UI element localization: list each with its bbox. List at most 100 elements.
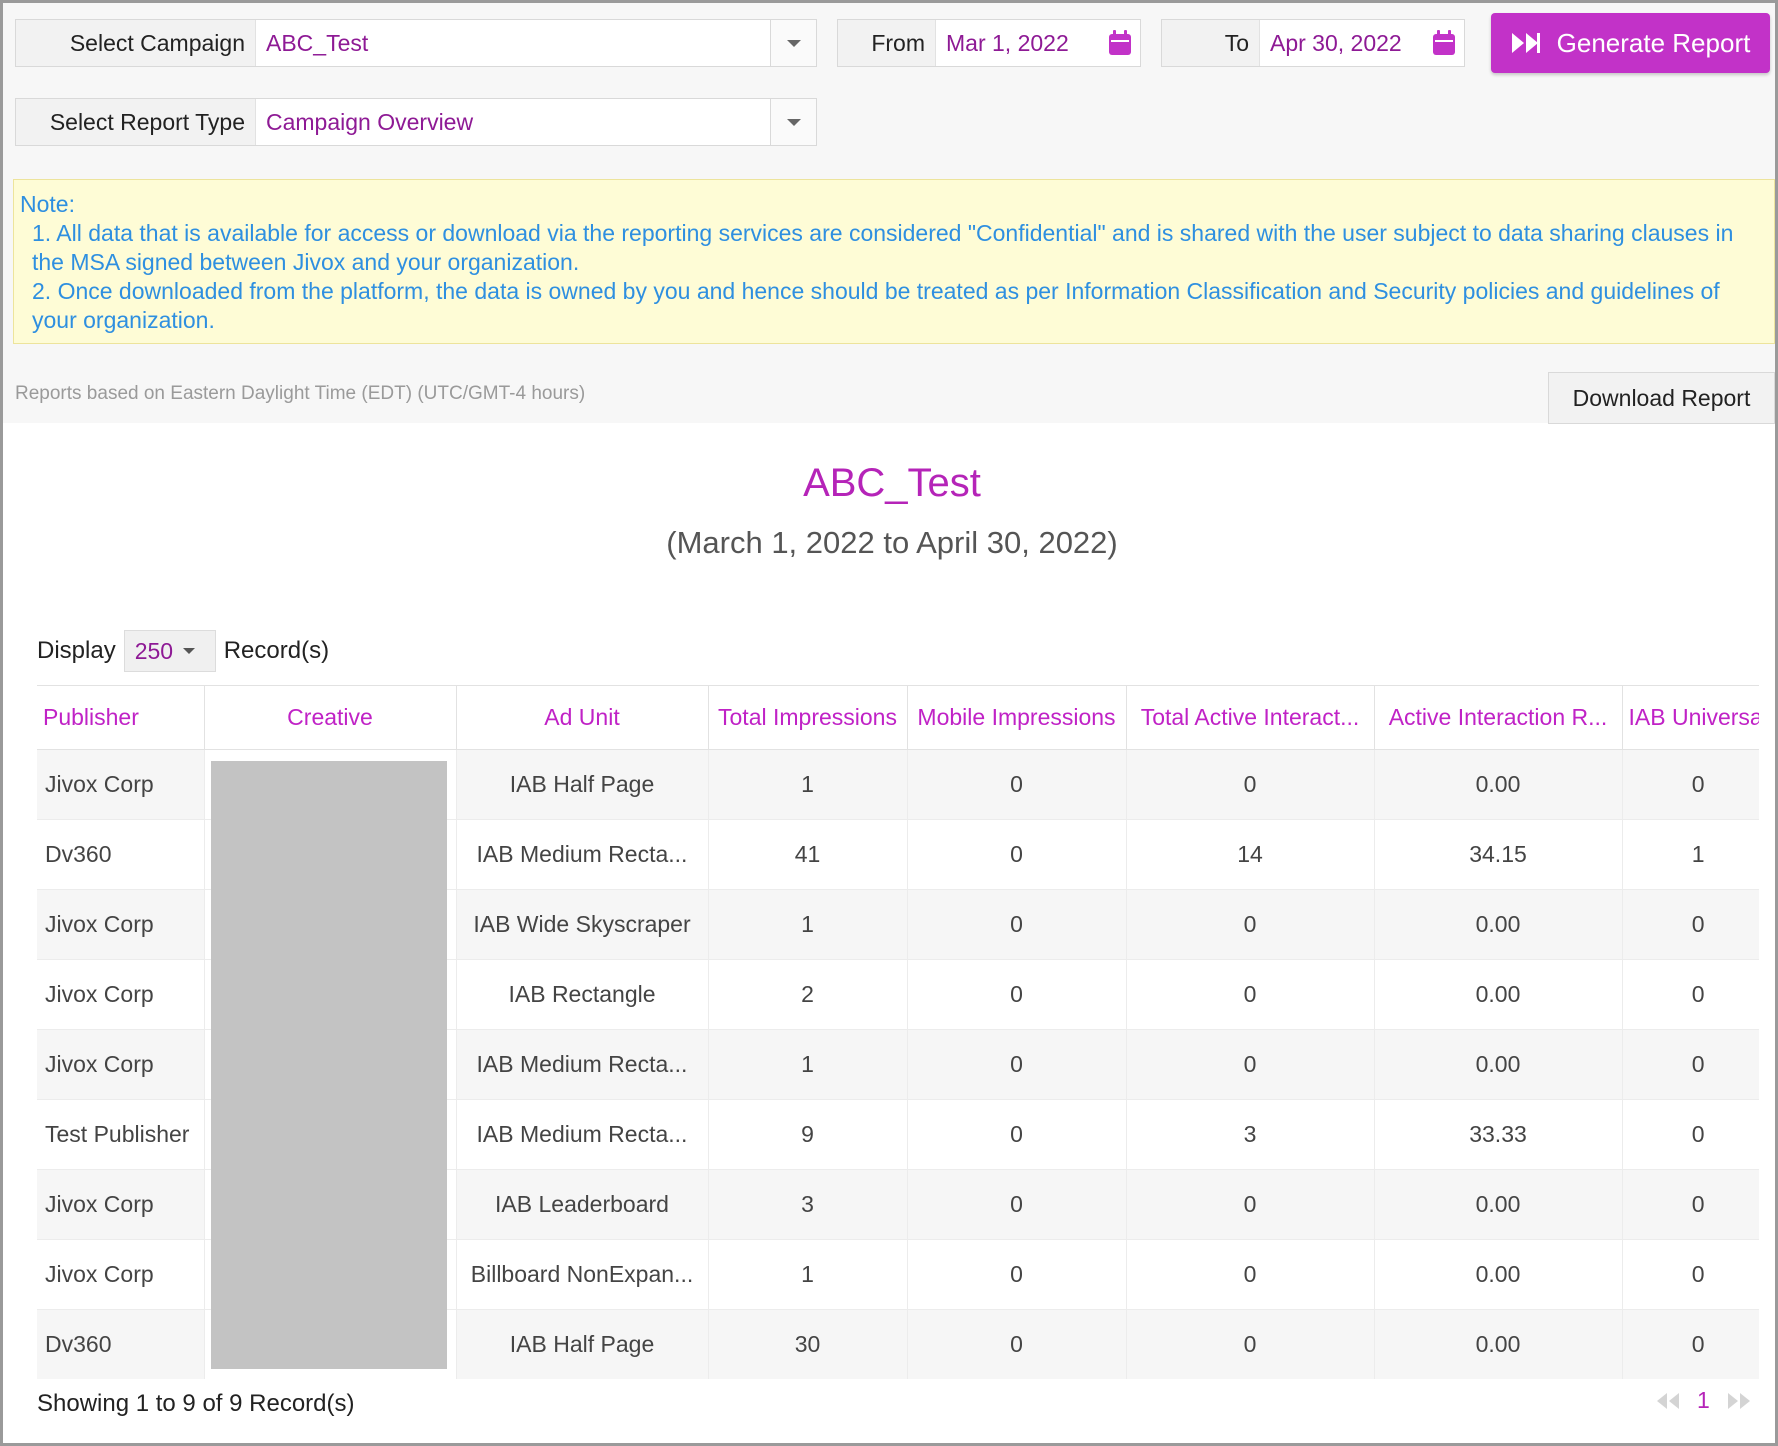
cell-active-interaction-rate: 0.00 [1374, 1029, 1623, 1100]
col-header-total-active-interactions[interactable]: Total Active Interact... [1126, 685, 1375, 750]
report-date-range: (March 1, 2022 to April 30, 2022) [666, 525, 1118, 560]
display-records-control: Display 250 Record(s) [37, 630, 330, 672]
to-date-value[interactable]: Apr 30, 2022 [1260, 20, 1424, 66]
current-page[interactable]: 1 [1697, 1387, 1710, 1414]
generate-report-label: Generate Report [1556, 27, 1751, 58]
cell-ad-unit: IAB Leaderboard [456, 1169, 709, 1240]
col-header-active-interaction-rate[interactable]: Active Interaction R... [1374, 685, 1623, 750]
campaign-value[interactable]: ABC_Test [256, 20, 770, 66]
cell-total-active-interactions: 0 [1126, 1029, 1375, 1100]
cell-iab-universal: 0 [1622, 1029, 1759, 1100]
col-header-mobile-impressions[interactable]: Mobile Impressions [907, 685, 1127, 750]
cell-total-active-interactions: 0 [1126, 1169, 1375, 1240]
from-label: From [838, 20, 936, 66]
chevron-down-icon [786, 39, 801, 47]
cell-ad-unit: Billboard NonExpan... [456, 1239, 709, 1310]
cell-active-interaction-rate: 34.15 [1374, 819, 1623, 890]
cell-mobile-impressions: 0 [907, 749, 1127, 820]
cell-total-impressions: 1 [708, 749, 908, 820]
cell-iab-universal: 0 [1622, 749, 1759, 820]
report-page: Select Campaign ABC_Test Select Report T… [0, 0, 1778, 1446]
cell-active-interaction-rate: 0.00 [1374, 1239, 1623, 1310]
cell-total-active-interactions: 0 [1126, 749, 1375, 820]
cell-publisher: Dv360 [37, 819, 205, 890]
cell-iab-universal: 0 [1622, 959, 1759, 1030]
col-header-creative[interactable]: Creative [204, 685, 457, 750]
campaign-dropdown-toggle[interactable] [770, 20, 816, 66]
cell-active-interaction-rate: 33.33 [1374, 1099, 1623, 1170]
cell-total-impressions: 1 [708, 1239, 908, 1310]
cell-ad-unit: IAB Rectangle [456, 959, 709, 1030]
cell-publisher: Test Publisher [37, 1099, 205, 1170]
col-header-publisher[interactable]: Publisher [37, 685, 205, 750]
table-header-row: Publisher Creative Ad Unit Total Impress… [37, 685, 1759, 750]
cell-ad-unit: IAB Half Page [456, 1309, 709, 1379]
cell-active-interaction-rate: 0.00 [1374, 889, 1623, 960]
from-date-value[interactable]: Mar 1, 2022 [936, 20, 1100, 66]
cell-active-interaction-rate: 0.00 [1374, 1309, 1623, 1379]
note-line-2: 2. Once downloaded from the platform, th… [32, 278, 1720, 333]
chevron-down-icon [786, 118, 801, 126]
cell-ad-unit: IAB Wide Skyscraper [456, 889, 709, 960]
cell-mobile-impressions: 0 [907, 819, 1127, 890]
col-header-total-impressions[interactable]: Total Impressions [708, 685, 908, 750]
campaign-select[interactable]: Select Campaign ABC_Test [15, 19, 817, 67]
to-date-picker[interactable]: To Apr 30, 2022 [1161, 19, 1465, 67]
cell-total-impressions: 30 [708, 1309, 908, 1379]
from-date-picker[interactable]: From Mar 1, 2022 [837, 19, 1141, 67]
cell-active-interaction-rate: 0.00 [1374, 1169, 1623, 1240]
cell-total-active-interactions: 0 [1126, 959, 1375, 1030]
campaign-label: Select Campaign [16, 20, 256, 66]
cell-mobile-impressions: 0 [907, 1169, 1127, 1240]
cell-mobile-impressions: 0 [907, 889, 1127, 960]
cell-iab-universal: 0 [1622, 889, 1759, 960]
cell-iab-universal: 0 [1622, 1169, 1759, 1240]
report-type-select[interactable]: Select Report Type Campaign Overview [15, 98, 817, 146]
cell-total-impressions: 1 [708, 889, 908, 960]
report-type-dropdown-toggle[interactable] [770, 99, 816, 145]
report-type-label: Select Report Type [16, 99, 256, 145]
note-heading: Note: [20, 191, 75, 217]
cell-iab-universal: 0 [1622, 1309, 1759, 1379]
creative-preview-placeholder [211, 761, 447, 1369]
records-per-page-select[interactable]: 250 [123, 630, 216, 672]
display-suffix: Record(s) [223, 637, 330, 664]
cell-total-impressions: 9 [708, 1099, 908, 1170]
last-page-icon[interactable] [1726, 1392, 1752, 1410]
report-type-value[interactable]: Campaign Overview [256, 99, 770, 145]
cell-mobile-impressions: 0 [907, 1099, 1127, 1170]
cell-ad-unit: IAB Medium Recta... [456, 819, 709, 890]
cell-publisher: Jivox Corp [37, 1029, 205, 1100]
display-prefix: Display [37, 637, 116, 664]
to-label: To [1162, 20, 1260, 66]
cell-total-active-interactions: 0 [1126, 889, 1375, 960]
cell-total-impressions: 41 [708, 819, 908, 890]
cell-mobile-impressions: 0 [907, 1029, 1127, 1100]
cell-ad-unit: IAB Medium Recta... [456, 1099, 709, 1170]
first-page-icon[interactable] [1655, 1392, 1681, 1410]
records-summary: Showing 1 to 9 of 9 Record(s) [37, 1390, 355, 1417]
cell-publisher: Jivox Corp [37, 749, 205, 820]
cell-total-active-interactions: 14 [1126, 819, 1375, 890]
generate-report-button[interactable]: Generate Report [1491, 13, 1770, 73]
cell-total-active-interactions: 0 [1126, 1309, 1375, 1379]
col-header-iab-universal[interactable]: IAB Universal [1622, 685, 1759, 750]
note-line-1: 1. All data that is available for access… [32, 220, 1734, 275]
cell-publisher: Jivox Corp [37, 1239, 205, 1310]
calendar-icon[interactable] [1100, 20, 1140, 66]
cell-total-active-interactions: 0 [1126, 1239, 1375, 1310]
download-report-button[interactable]: Download Report [1548, 372, 1775, 424]
cell-total-active-interactions: 3 [1126, 1099, 1375, 1170]
calendar-icon[interactable] [1424, 20, 1464, 66]
timezone-info: Reports based on Eastern Daylight Time (… [15, 383, 586, 404]
cell-iab-universal: 0 [1622, 1099, 1759, 1170]
cell-mobile-impressions: 0 [907, 1309, 1127, 1379]
cell-ad-unit: IAB Half Page [456, 749, 709, 820]
col-header-ad-unit[interactable]: Ad Unit [456, 685, 709, 750]
cell-active-interaction-rate: 0.00 [1374, 749, 1623, 820]
cell-publisher: Dv360 [37, 1309, 205, 1379]
cell-publisher: Jivox Corp [37, 959, 205, 1030]
cell-mobile-impressions: 0 [907, 1239, 1127, 1310]
confidentiality-note: Note: 1. All data that is available for … [13, 179, 1775, 344]
cell-iab-universal: 0 [1622, 1239, 1759, 1310]
